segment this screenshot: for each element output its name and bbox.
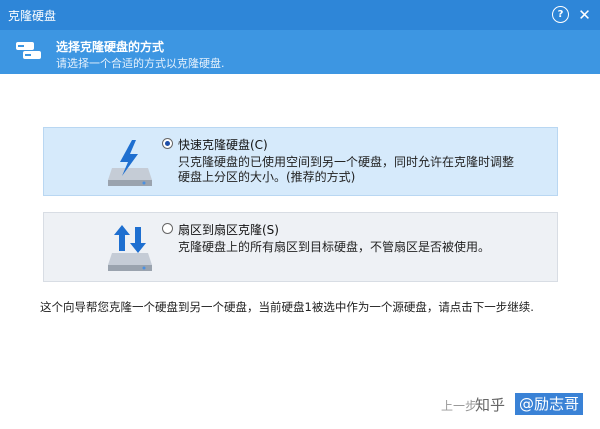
close-icon[interactable]: ✕ xyxy=(576,6,593,24)
lightning-disk-icon xyxy=(108,140,152,186)
watermark-site: 知乎 xyxy=(475,396,506,414)
watermark-user: @励志哥 xyxy=(515,393,584,415)
header-title: 选择克隆硬盘的方式 xyxy=(56,40,165,54)
option-fast-clone[interactable]: 快速克隆硬盘(C) 只克隆硬盘的已使用空间到另一个硬盘，同时允许在克隆时调整硬盘… xyxy=(43,127,558,196)
radio-sector-clone[interactable] xyxy=(162,223,173,234)
sector-arrows-disk-icon xyxy=(108,225,152,271)
clone-disk-icon xyxy=(16,42,41,59)
wizard-info-text: 这个向导帮您克隆一个硬盘到另一个硬盘，当前硬盘1被选中作为一个源硬盘，请点击下一… xyxy=(40,300,534,314)
wizard-header: 选择克隆硬盘的方式 请选择一个合适的方式以克隆硬盘. xyxy=(0,30,600,74)
window-title: 克隆硬盘 xyxy=(8,9,57,23)
radio-fast-clone[interactable] xyxy=(162,138,173,149)
prev-button[interactable]: 上一步 xyxy=(441,397,477,414)
title-bar: 克隆硬盘 ? ✕ xyxy=(0,0,600,30)
option-fast-label: 快速克隆硬盘(C) xyxy=(178,138,268,152)
help-icon[interactable]: ? xyxy=(552,6,569,23)
header-subtitle: 请选择一个合适的方式以克隆硬盘. xyxy=(56,57,225,70)
option-sector-clone[interactable]: 扇区到扇区克隆(S) 克隆硬盘上的所有扇区到目标硬盘，不管扇区是否被使用。 xyxy=(43,212,558,282)
option-sector-label: 扇区到扇区克隆(S) xyxy=(178,223,279,237)
option-sector-description: 克隆硬盘上的所有扇区到目标硬盘，不管扇区是否被使用。 xyxy=(178,240,491,254)
option-fast-description: 只克隆硬盘的已使用空间到另一个硬盘，同时允许在克隆时调整硬盘上分区的大小。(推荐… xyxy=(178,155,515,184)
